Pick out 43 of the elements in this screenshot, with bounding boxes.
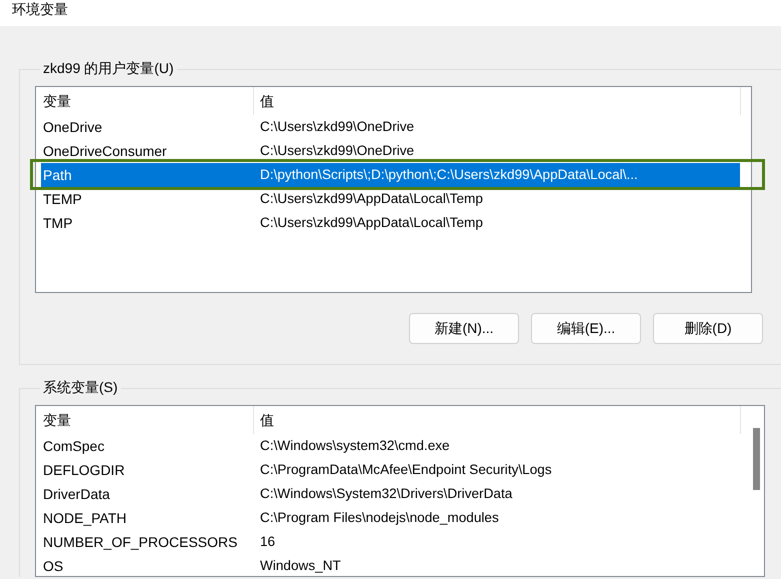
list-row[interactable]: NUMBER_OF_PROCESSORS 16 bbox=[41, 530, 740, 554]
new-button[interactable]: 新建(N)... bbox=[409, 313, 519, 344]
variable-value: 16 bbox=[259, 533, 276, 551]
list-row[interactable]: Path D:\python\Scripts\;D:\python\;C:\Users\zkd99\AppData\Local\... bbox=[41, 163, 740, 187]
list-row[interactable]: DriverData C:\Windows\System32\Drivers\DriverData bbox=[41, 482, 740, 506]
column-header[interactable]: 变量 bbox=[41, 406, 254, 434]
variable-name: OneDrive bbox=[42, 118, 104, 137]
variable-name: OneDriveConsumer bbox=[42, 142, 168, 161]
list-row[interactable]: TEMP C:\Users\zkd99\AppData\Local\Temp bbox=[41, 187, 740, 211]
list-row[interactable]: NODE_PATH C:\Program Files\nodejs\node_modules bbox=[41, 506, 740, 530]
variable-value: C:\ProgramData\McAfee\Endpoint Security\Logs bbox=[259, 461, 552, 479]
group-title: 系统变量(S) bbox=[42, 379, 119, 397]
window-title: 环境变量 bbox=[12, 0, 68, 18]
variable-value: C:\Users\zkd99\AppData\Local\Temp bbox=[259, 214, 483, 232]
variable-name: DEFLOGDIR bbox=[42, 461, 126, 480]
variable-name: ComSpec bbox=[42, 437, 106, 456]
list-row[interactable]: DEFLOGDIR C:\ProgramData\McAfee\Endpoint Security\Logs bbox=[41, 458, 740, 482]
list-row[interactable]: TMP C:\Users\zkd99\AppData\Local\Temp bbox=[41, 211, 740, 235]
variable-name: TMP bbox=[42, 214, 74, 233]
variable-value: Windows_NT bbox=[259, 557, 341, 575]
variable-name: DriverData bbox=[42, 485, 111, 504]
variable-value: C:\Windows\system32\cmd.exe bbox=[259, 437, 450, 455]
column-header[interactable]: 值 bbox=[254, 406, 741, 434]
variable-name: OS bbox=[42, 557, 64, 576]
list-row[interactable]: ComSpec C:\Windows\system32\cmd.exe bbox=[41, 434, 740, 458]
variable-value: C:\Program Files\nodejs\node_modules bbox=[259, 509, 499, 527]
group-title: zkd99 的用户变量(U) bbox=[42, 60, 175, 78]
list-row[interactable]: OneDrive C:\Users\zkd99\OneDrive bbox=[41, 115, 740, 139]
list-row[interactable]: OS Windows_NT bbox=[41, 554, 740, 576]
column-header[interactable]: 值 bbox=[254, 87, 741, 115]
variable-name: TEMP bbox=[42, 190, 83, 209]
column-header[interactable]: 变量 bbox=[41, 87, 254, 115]
variable-name: Path bbox=[42, 166, 73, 185]
variable-value: D:\python\Scripts\;D:\python\;C:\Users\zkd99\AppData\Local\... bbox=[259, 166, 638, 184]
variable-value: C:\Windows\System32\Drivers\DriverData bbox=[259, 485, 512, 503]
delete-button[interactable]: 删除(D) bbox=[653, 313, 763, 344]
variable-value: C:\Users\zkd99\OneDrive bbox=[259, 142, 414, 160]
variable-value: C:\Users\zkd99\OneDrive bbox=[259, 118, 414, 136]
variable-value: C:\Users\zkd99\AppData\Local\Temp bbox=[259, 190, 483, 208]
list-row[interactable]: OneDriveConsumer C:\Users\zkd99\OneDrive bbox=[41, 139, 740, 163]
edit-button[interactable]: 编辑(E)... bbox=[531, 313, 641, 344]
variable-name: NUMBER_OF_PROCESSORS bbox=[42, 533, 238, 552]
variable-name: NODE_PATH bbox=[42, 509, 128, 528]
